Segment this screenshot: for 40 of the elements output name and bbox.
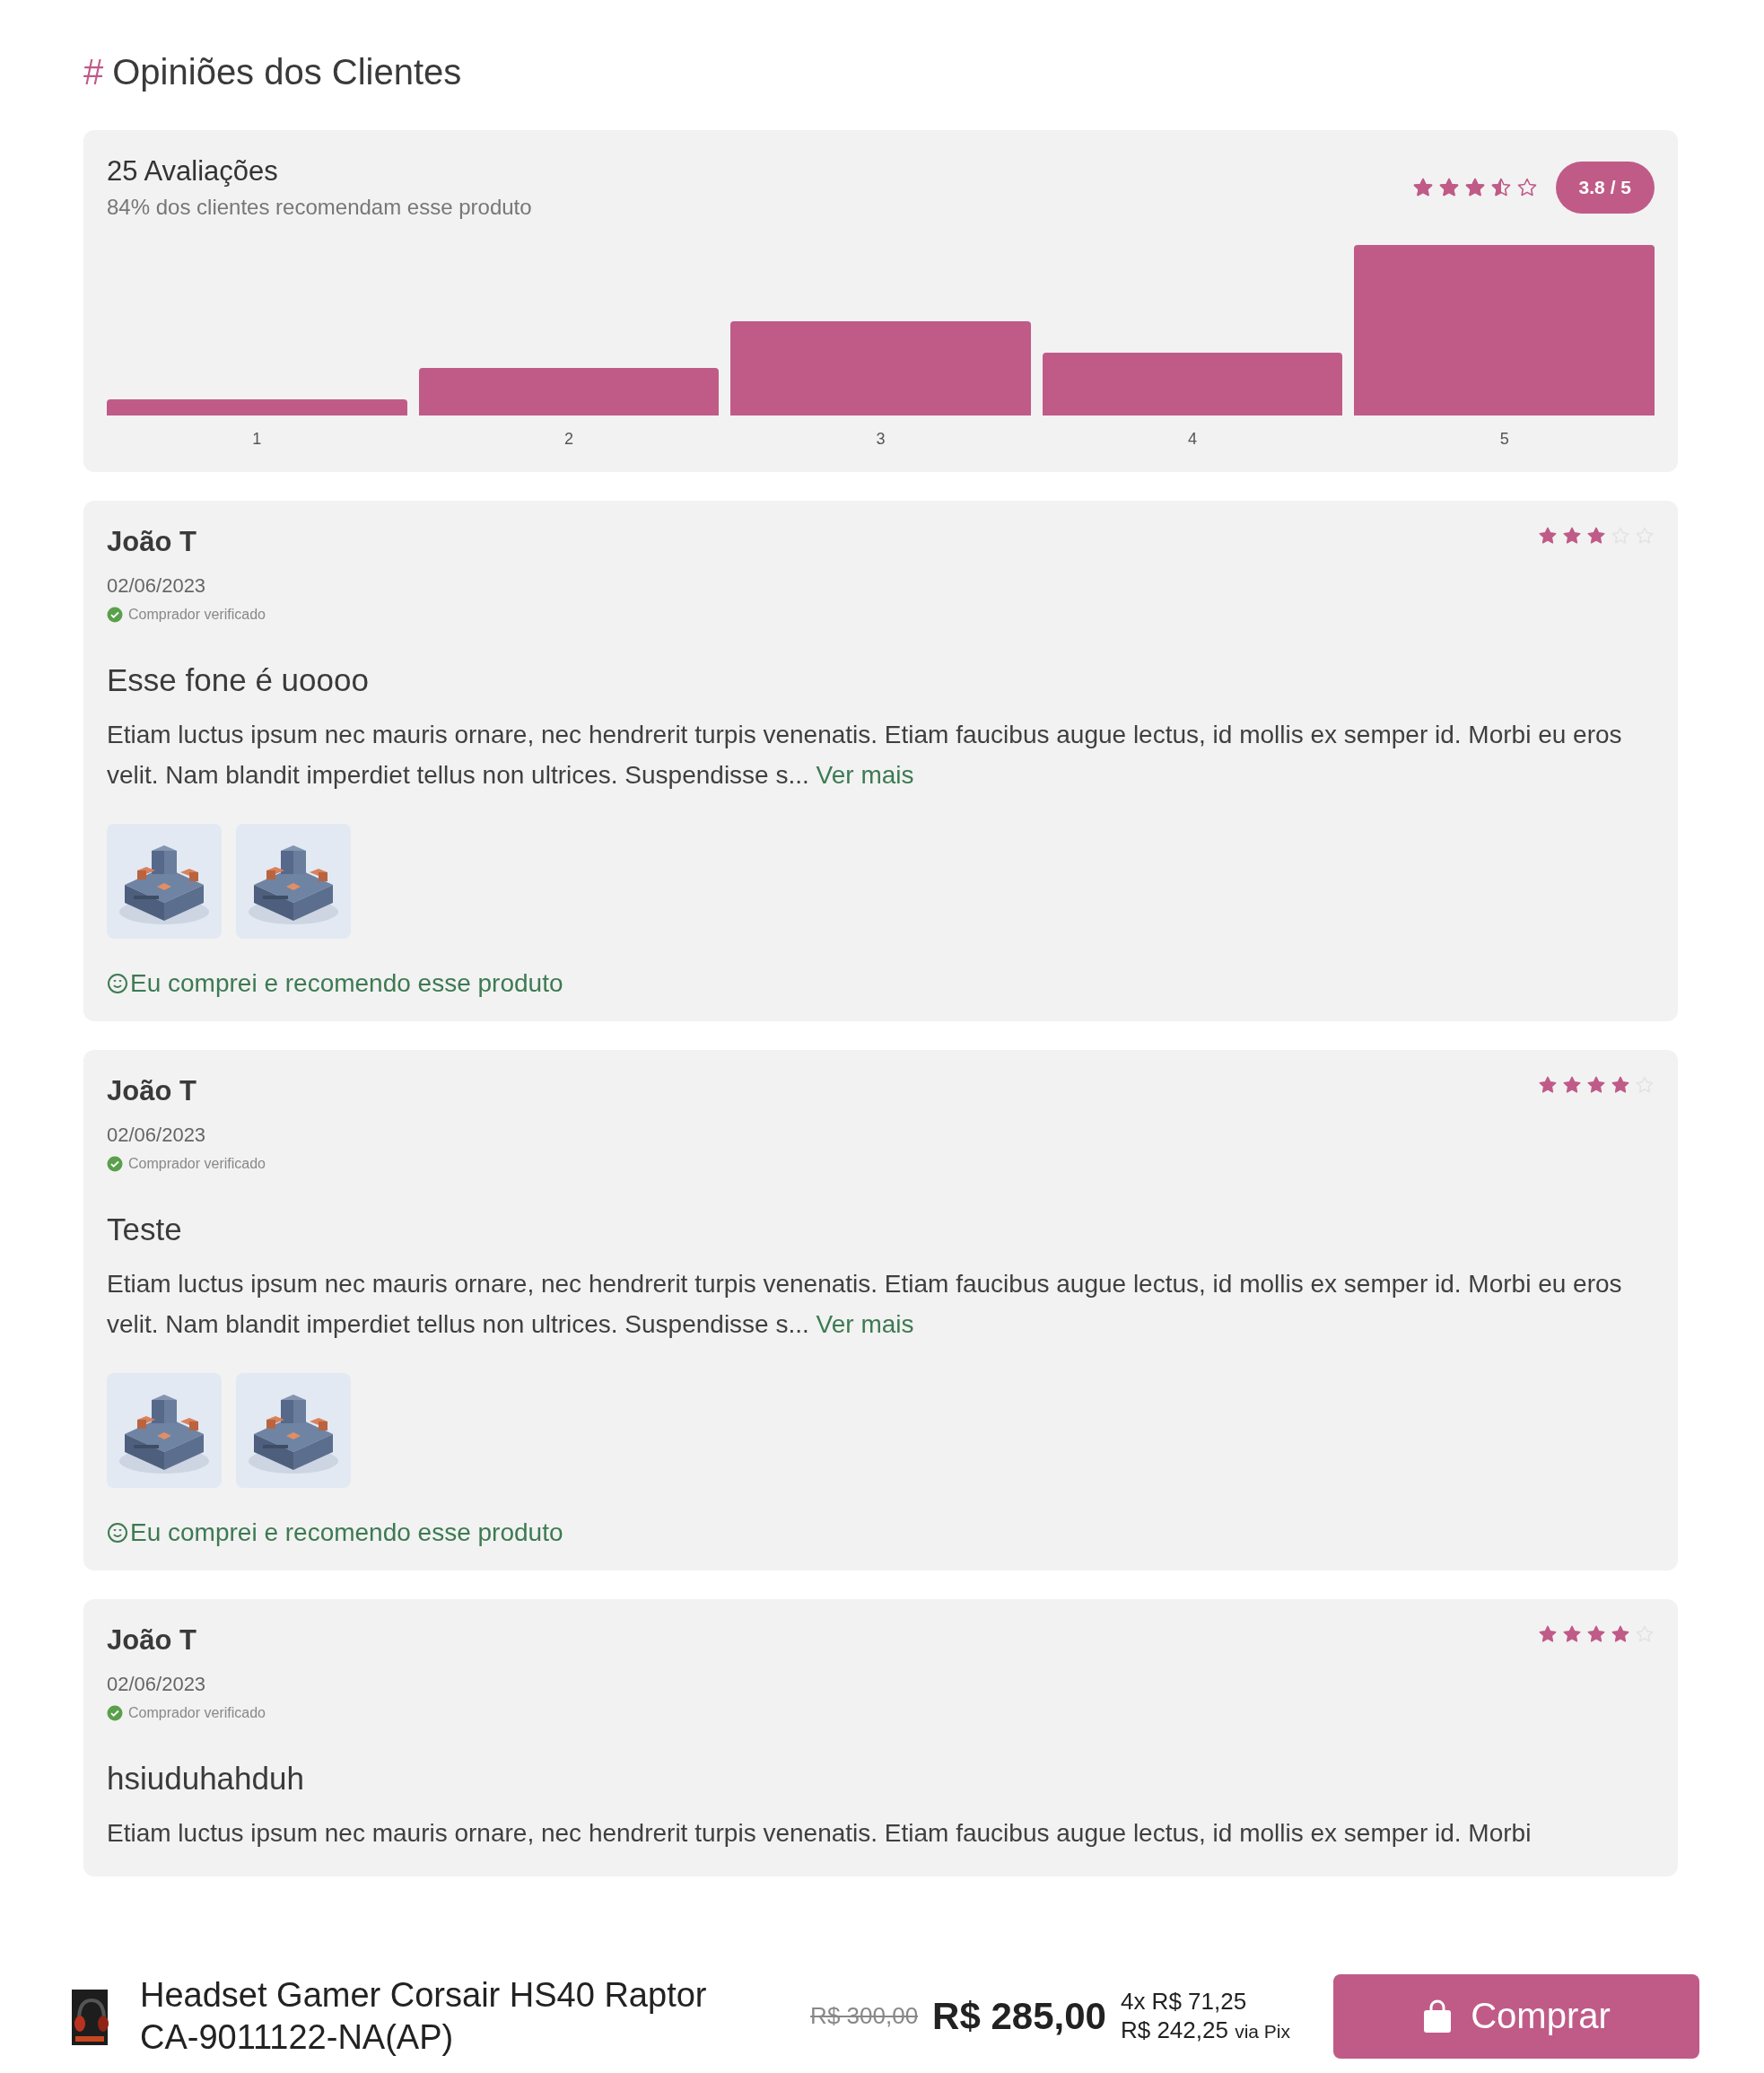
review-text: Etiam luctus ipsum nec mauris ornare, nec hendrerit turpis venenatis. Etiam faucibus augue lectus, id mollis ex semper id. Morbi eu eros velit. Nam blandit imperdiet tellus non ultrices. Suspendisse s... Ver mais [107, 720, 1623, 791]
review-title: hsiuduhahduh [107, 1761, 305, 1797]
smile-icon [107, 973, 128, 994]
review-title: Esse fone é uoooo [107, 662, 370, 698]
pix-price: R$ 242,25 via Pix [1120, 2015, 1290, 2045]
reviewer-name: João T [107, 526, 196, 558]
old-price: R$ 300,00 [810, 2002, 919, 2030]
verified-icon [107, 607, 123, 623]
average-rating-badge: 3.8 / 5 [1555, 162, 1655, 214]
verified-label: Comprador verificado [128, 1156, 266, 1172]
bar-label: 1 [252, 430, 262, 449]
verified-label: Comprador verificado [128, 1705, 266, 1721]
recommend-rate: 84% dos clientes recomendam esse produto [107, 195, 532, 220]
review-count: 25 Avaliações [107, 155, 279, 188]
product-name: Headset Gamer Corsair HS40 Raptor CA-9011122-NA(AP) [140, 1974, 708, 2058]
bar-label: 5 [1499, 430, 1509, 449]
review-text: Etiam luctus ipsum nec mauris ornare, nec hendrerit turpis venenatis. Etiam faucibus augue lectus, id mollis ex semper id. Morbi [107, 1818, 1533, 1849]
review-title: Teste [107, 1211, 183, 1247]
recommendation: Eu comprei e recomendo esse produto [130, 969, 563, 998]
shopping-bag-icon [1422, 1999, 1454, 2034]
review-text: Etiam luctus ipsum nec mauris ornare, nec hendrerit turpis venenatis. Etiam faucibus augue lectus, id mollis ex semper id. Morbi eu eros velit. Nam blandit imperdiet tellus non ultrices. Suspendisse s... Ver mais [107, 1269, 1623, 1340]
bar-label: 2 [563, 430, 573, 449]
smile-icon [107, 1522, 128, 1544]
verified-icon [107, 1156, 123, 1172]
review-date: 02/06/2023 [107, 1673, 207, 1696]
price: R$ 285,00 [932, 1994, 1106, 2038]
reviewer-name: João T [107, 1624, 196, 1657]
see-more-link[interactable]: Ver mais [816, 761, 914, 789]
reviewer-name: João T [107, 1075, 196, 1107]
bar-label: 3 [876, 430, 886, 449]
buy-button[interactable]: Comprar [1333, 1973, 1699, 2059]
installments: 4x R$ 71,25 [1120, 1986, 1248, 2016]
recommendation: Eu comprei e recomendo esse produto [130, 1518, 563, 1547]
verified-icon [107, 1705, 123, 1721]
see-more-link[interactable]: Ver mais [816, 1310, 914, 1338]
review-date: 02/06/2023 [107, 574, 207, 598]
verified-label: Comprador verificado [128, 607, 266, 623]
bar-label: 4 [1188, 430, 1198, 449]
section-title: # Opiniões dos Clientes [83, 52, 463, 92]
review-date: 02/06/2023 [107, 1124, 207, 1147]
